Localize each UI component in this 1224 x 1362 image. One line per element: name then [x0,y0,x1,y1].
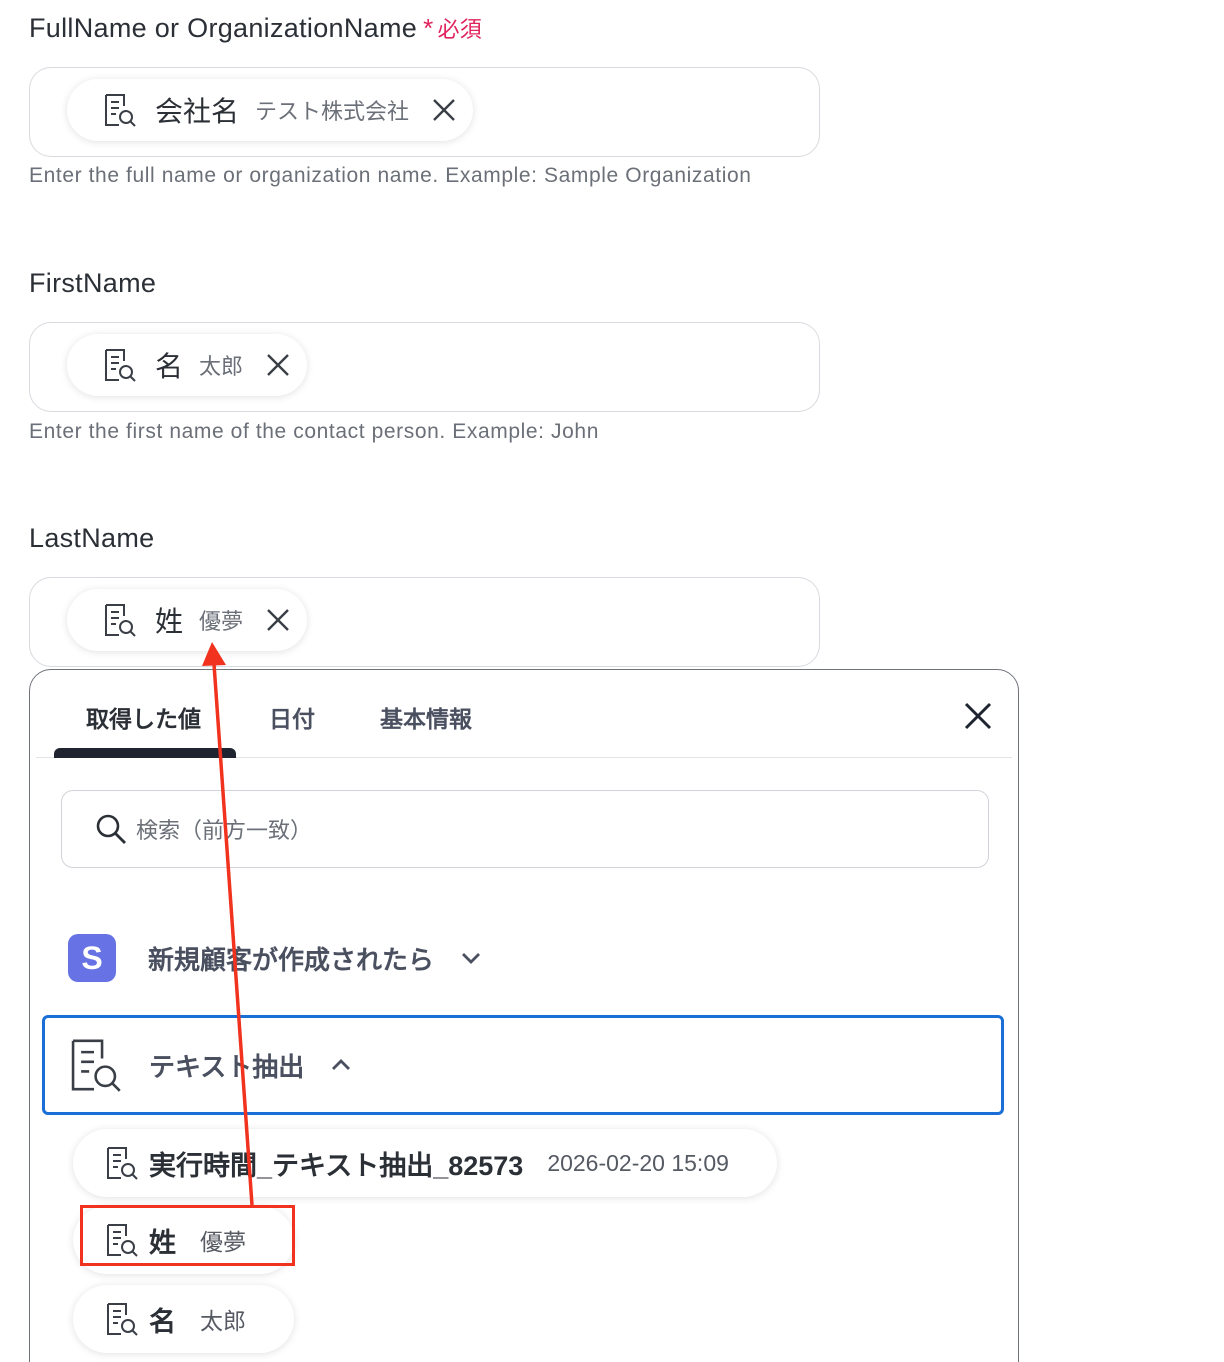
chevron-down-icon [462,953,481,964]
document-search-icon [105,604,136,637]
chip-value: 太郎 [199,354,244,379]
search-input[interactable]: 検索（前方一致） [61,790,989,868]
active-tab-indicator [54,748,236,758]
required-badge: 必須 [437,17,483,42]
chip-value: テスト株式会社 [255,99,410,124]
section-text-extraction[interactable]: テキスト抽出 [42,1015,1004,1115]
section-new-customer[interactable]: S 新規顧客が作成されたら [68,934,484,982]
stripe-logo: S [68,934,116,982]
chip-key: 姓 [155,606,184,637]
item-value: 太郎 [200,1308,246,1334]
close-icon[interactable] [263,605,293,635]
document-search-icon [107,1224,138,1257]
chevron-up-icon [332,1059,351,1070]
chip-value: 優夢 [199,609,244,634]
tab-date[interactable]: 日付 [269,700,315,734]
field-label-fullname: FullName or OrganizationName * 必須 [29,12,482,44]
search-icon [96,814,126,844]
list-item-last-name[interactable]: 姓 優夢 [73,1206,294,1274]
document-search-icon [71,1039,121,1092]
tab-retrieved-values[interactable]: 取得した値 [86,700,201,734]
item-value: 2026-02-20 15:09 [547,1149,729,1176]
value-chip[interactable]: 名 太郎 [67,334,308,396]
field-label-text: FullName or OrganizationName [29,12,418,43]
list-item-first-name[interactable]: 名 太郎 [73,1285,294,1353]
document-search-icon [107,1147,138,1180]
value-picker-panel: 取得した値 日付 基本情報 検索（前方一致） S 新規顧客が作成されたら テキス… [29,669,1019,1362]
close-icon[interactable] [263,350,293,380]
value-chip[interactable]: 姓 優夢 [67,589,308,651]
section-title: 新規顧客が作成されたら [148,944,435,975]
item-key: 姓 [149,1227,176,1258]
value-chip[interactable]: 会社名 テスト株式会社 [67,79,474,141]
firstname-input[interactable]: 名 太郎 [29,322,820,412]
lastname-input[interactable]: 姓 優夢 [29,577,820,667]
required-asterisk: * [423,12,434,43]
item-key: 実行時間_テキスト抽出_82573 [149,1150,524,1181]
item-value: 優夢 [200,1229,246,1255]
tab-basic-info[interactable]: 基本情報 [380,700,472,734]
fullname-input[interactable]: 会社名 テスト株式会社 [29,67,820,157]
list-item-execution-time[interactable]: 実行時間_テキスト抽出_82573 2026-02-20 15:09 [73,1129,777,1197]
close-icon[interactable] [962,700,994,732]
item-key: 名 [149,1306,176,1337]
search-placeholder: 検索（前方一致） [136,818,313,843]
chip-key: 会社名 [155,96,240,127]
document-search-icon [107,1303,138,1336]
tab-bar: 取得した値 日付 基本情報 [36,670,1012,758]
chip-key: 名 [155,351,184,382]
field-label-lastname: LastName [29,523,155,553]
field-label-firstname: FirstName [29,268,157,298]
document-search-icon [105,94,136,127]
helper-text-fullname: Enter the full name or organization name… [29,164,752,187]
helper-text-firstname: Enter the first name of the contact pers… [29,420,599,443]
document-search-icon [105,349,136,382]
close-icon[interactable] [429,95,459,125]
section-title: テキスト抽出 [149,1051,305,1082]
